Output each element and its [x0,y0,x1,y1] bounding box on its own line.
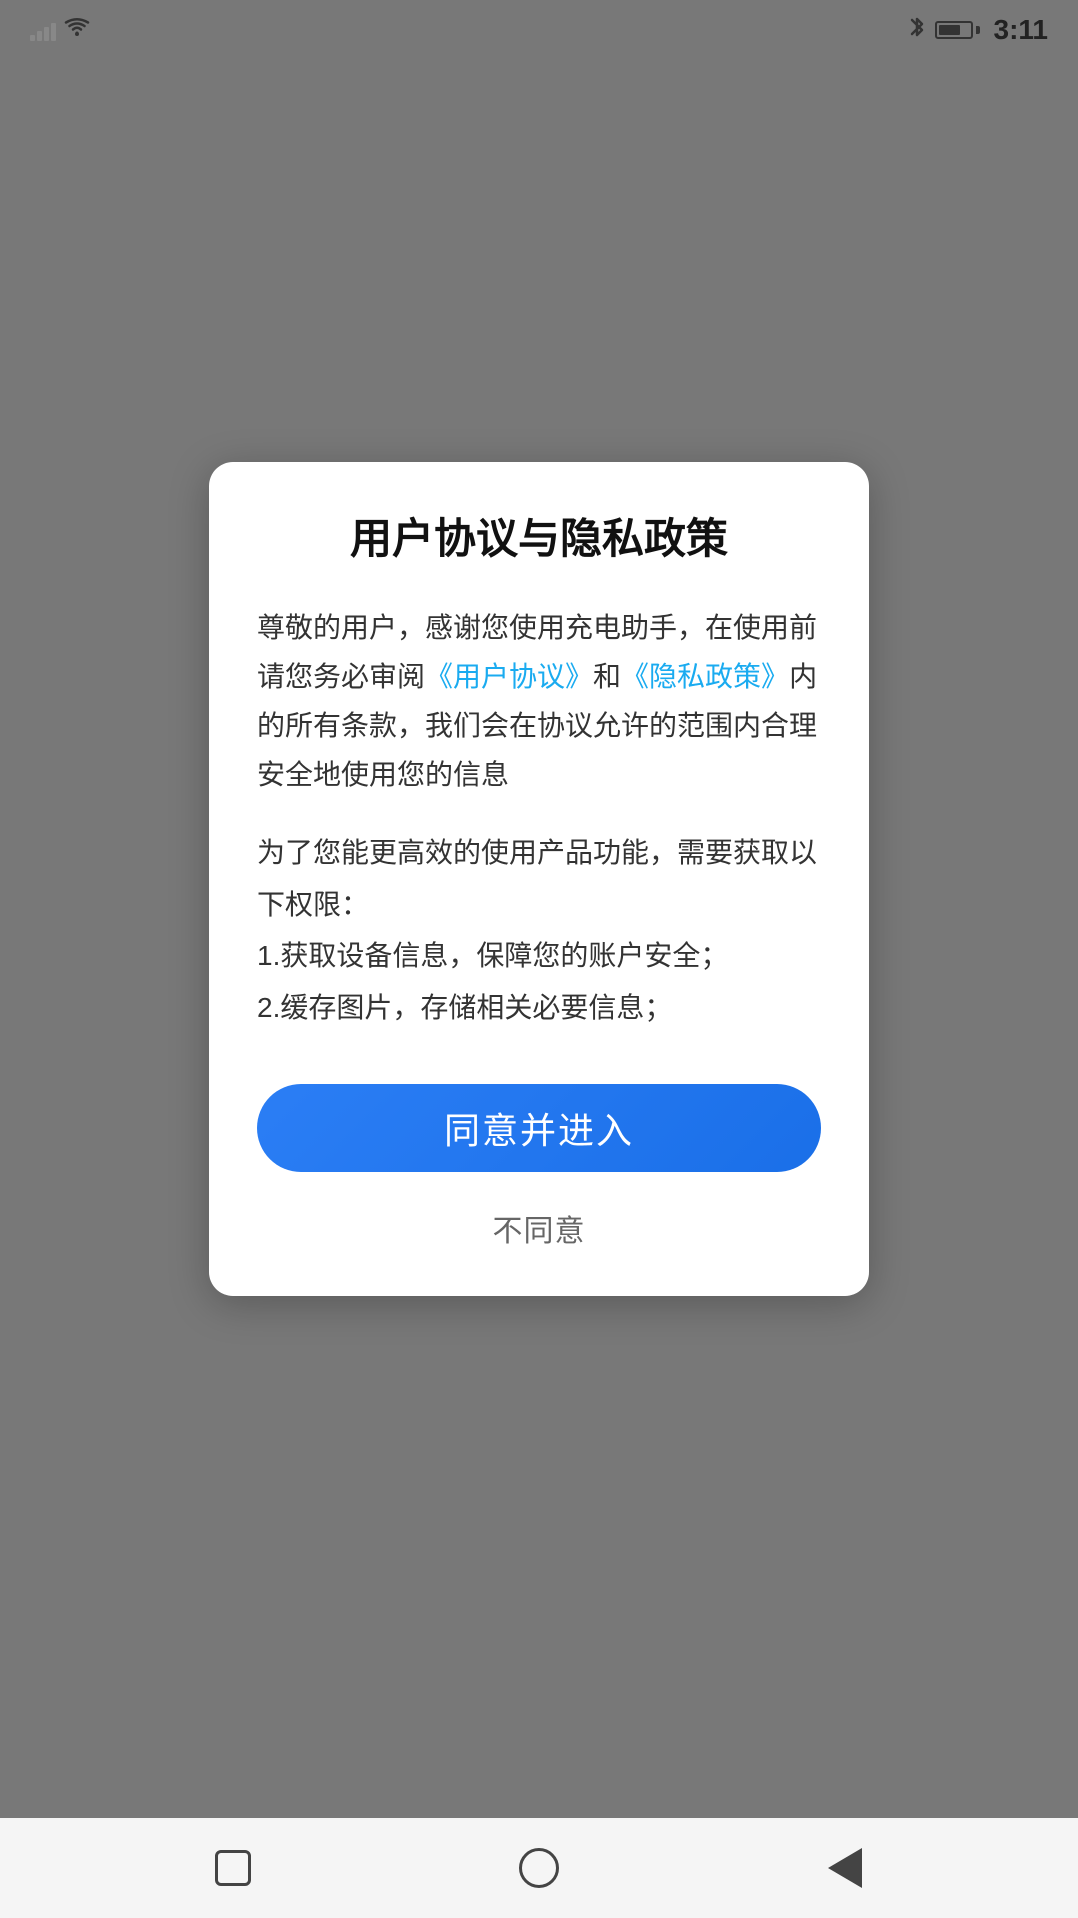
status-bar-left [30,17,90,43]
body-text-2: 和 [593,661,621,692]
nav-back-button[interactable] [813,1836,877,1900]
permission-2: 2.缓存图片，存储相关必要信息； [257,982,821,1034]
signal-icon [30,19,56,41]
dialog-title: 用户协议与隐私政策 [257,512,821,567]
privacy-dialog: 用户协议与隐私政策 尊敬的用户，感谢您使用充电助手，在使用前请您务必审阅《用户协… [209,462,869,1296]
user-agreement-link[interactable]: 《用户协议》 [425,661,593,692]
circle-icon [519,1848,559,1888]
disagree-button[interactable]: 不同意 [257,1200,821,1256]
dialog-permissions: 为了您能更高效的使用产品功能，需要获取以下权限： 1.获取设备信息，保障您的账户… [257,827,821,1034]
nav-square-button[interactable] [201,1836,265,1900]
agree-button[interactable]: 同意并进入 [257,1084,821,1172]
wifi-icon [64,17,90,43]
dialog-overlay: 用户协议与隐私政策 尊敬的用户，感谢您使用充电助手，在使用前请您务必审阅《用户协… [0,0,1078,1918]
status-time: 3:11 [994,14,1049,46]
square-icon [215,1850,251,1886]
status-bar: 3:11 [0,0,1078,60]
privacy-policy-link[interactable]: 《隐私政策》 [621,661,789,692]
dialog-body-text: 尊敬的用户，感谢您使用充电助手，在使用前请您务必审阅《用户协议》和《隐私政策》内… [257,603,821,799]
bluetooth-icon [909,14,925,47]
nav-circle-button[interactable] [507,1836,571,1900]
back-icon [828,1848,862,1888]
status-bar-right: 3:11 [909,14,1049,47]
nav-bar [0,1818,1078,1918]
permission-1: 1.获取设备信息，保障您的账户安全； [257,930,821,982]
battery-icon [935,21,980,39]
permissions-intro: 为了您能更高效的使用产品功能，需要获取以下权限： [257,827,821,931]
